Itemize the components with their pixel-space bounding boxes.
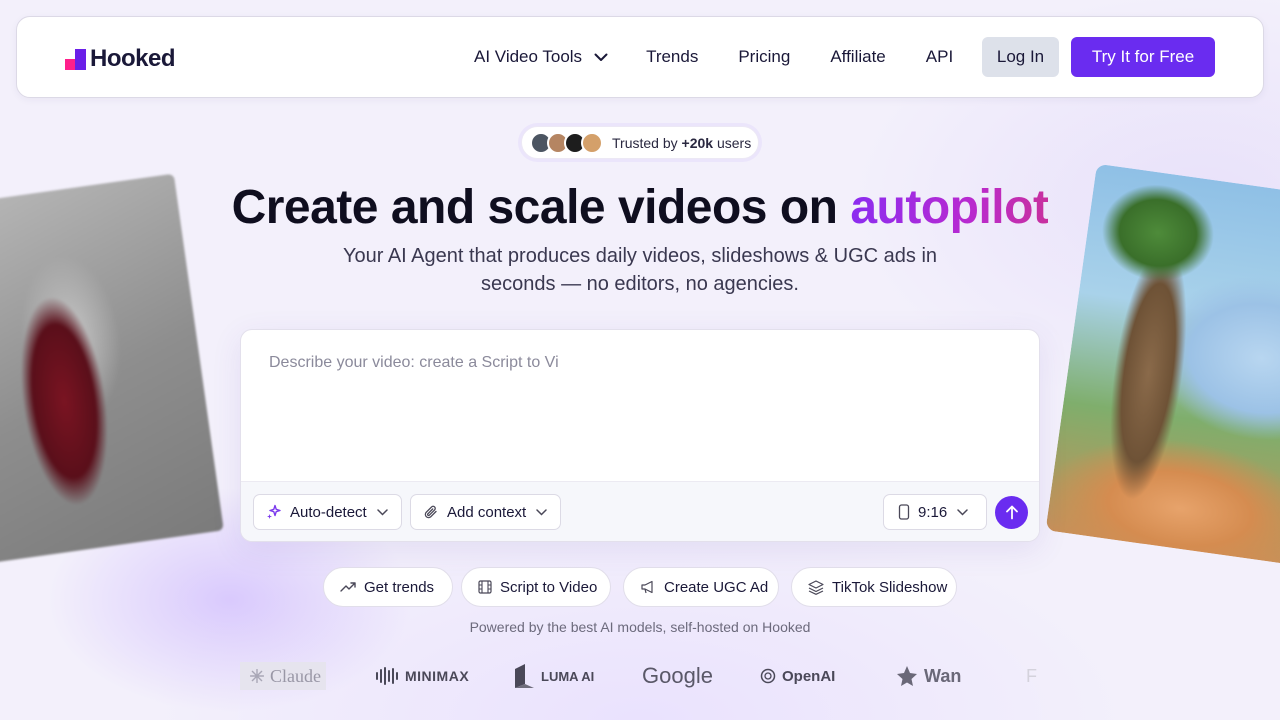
nav-item-pricing[interactable]: Pricing: [738, 47, 790, 67]
chevron-down-icon: [536, 508, 547, 516]
trusted-count: +20k: [681, 134, 714, 151]
sparkles-icon: [266, 504, 282, 520]
nav-item-ai-video-tools[interactable]: AI Video Tools: [474, 47, 608, 67]
luma-cube-icon: [513, 663, 535, 689]
aspect-ratio-label: 9:16: [918, 503, 948, 521]
brand-name: Hooked: [90, 45, 176, 72]
chevron-down-icon: [376, 508, 388, 516]
top-navbar: Hooked AI Video Tools Trends Pricing Aff…: [16, 16, 1264, 98]
nav-item-label: AI Video Tools: [474, 47, 583, 66]
login-button[interactable]: Log In: [982, 37, 1059, 77]
chip-label: TikTok Slideshow: [832, 578, 948, 596]
trusted-text: Trusted by +20k users: [612, 135, 751, 151]
hero-subheadline: Your AI Agent that produces daily videos…: [342, 245, 938, 295]
powered-by-text: Powered by the best AI models, self-host…: [469, 619, 811, 635]
nav-item-api[interactable]: API: [926, 47, 953, 67]
film-icon: [478, 580, 492, 594]
arrow-up-icon: [1005, 505, 1019, 520]
wan-star-icon: [896, 665, 918, 687]
main-nav: AI Video Tools Trends Pricing Affiliate …: [474, 17, 993, 97]
headline-main: Create and scale videos on: [231, 181, 851, 234]
hooked-logo-icon: [65, 48, 86, 70]
chip-label: Get trends: [364, 578, 435, 596]
chip-label: Create UGC Ad: [664, 578, 769, 596]
prompt-composer: Auto-detect Add context 9:16: [240, 329, 1040, 542]
create-ugc-ad-chip[interactable]: Create UGC Ad: [623, 567, 779, 607]
logo-label: Wan: [924, 665, 962, 686]
script-to-video-chip[interactable]: Script to Video: [461, 567, 611, 607]
nav-item-affiliate[interactable]: Affiliate: [830, 47, 885, 67]
logo-label: F: [1026, 665, 1037, 686]
nav-item-trends[interactable]: Trends: [646, 47, 698, 67]
wan-logo: Wan: [896, 656, 961, 696]
send-button[interactable]: [995, 496, 1028, 529]
waveform-icon: [375, 667, 399, 685]
auto-detect-label: Auto-detect: [290, 503, 367, 521]
add-context-label: Add context: [447, 503, 527, 521]
try-free-button[interactable]: Try It for Free: [1071, 37, 1215, 77]
auto-detect-dropdown[interactable]: Auto-detect: [253, 494, 402, 530]
logo-label: MINIMAX: [405, 668, 470, 684]
logo-label: OpenAI: [782, 667, 836, 685]
openai-logo: OpenAI: [760, 656, 835, 696]
trusted-prefix: Trusted by: [612, 134, 678, 151]
aspect-ratio-dropdown[interactable]: 9:16: [883, 494, 987, 530]
trusted-badge: Trusted by +20k users: [521, 126, 759, 159]
logo-label: Google: [642, 663, 713, 688]
layers-icon: [808, 579, 824, 595]
chevron-down-icon: [957, 508, 968, 516]
hero-headline: Create and scale videos on autopilot: [0, 180, 1280, 235]
get-trends-chip[interactable]: Get trends: [323, 567, 453, 607]
model-logos-strip: Claude MINIMAX LUMA AI Google OpenAI Wan…: [240, 656, 1040, 696]
phone-icon: [898, 504, 910, 520]
chevron-down-icon: [594, 47, 608, 67]
megaphone-icon: [640, 580, 656, 594]
prompt-toolbar: Auto-detect Add context 9:16: [241, 481, 1039, 541]
brand-logo[interactable]: Hooked: [65, 45, 176, 73]
minimax-logo: MINIMAX: [375, 656, 469, 696]
video-prompt-input[interactable]: [241, 330, 1039, 480]
chip-label: Script to Video: [500, 578, 598, 596]
claude-burst-icon: [250, 669, 264, 683]
partial-logo: F: [1026, 656, 1037, 696]
luma-ai-logo: LUMA AI: [513, 656, 594, 696]
user-avatars: [530, 131, 603, 154]
headline-accent: autopilot: [850, 181, 1049, 234]
tiktok-slideshow-chip[interactable]: TikTok Slideshow: [791, 567, 957, 607]
openai-knot-icon: [760, 668, 776, 684]
logo-label: LUMA AI: [541, 668, 595, 684]
claude-logo: Claude: [240, 662, 326, 690]
add-context-dropdown[interactable]: Add context: [410, 494, 561, 530]
avatar: [581, 131, 603, 154]
google-logo: Google: [642, 656, 713, 696]
paperclip-icon: [423, 504, 439, 520]
logo-label: Claude: [270, 665, 321, 686]
trending-up-icon: [340, 581, 356, 593]
trusted-suffix: users: [716, 134, 752, 151]
